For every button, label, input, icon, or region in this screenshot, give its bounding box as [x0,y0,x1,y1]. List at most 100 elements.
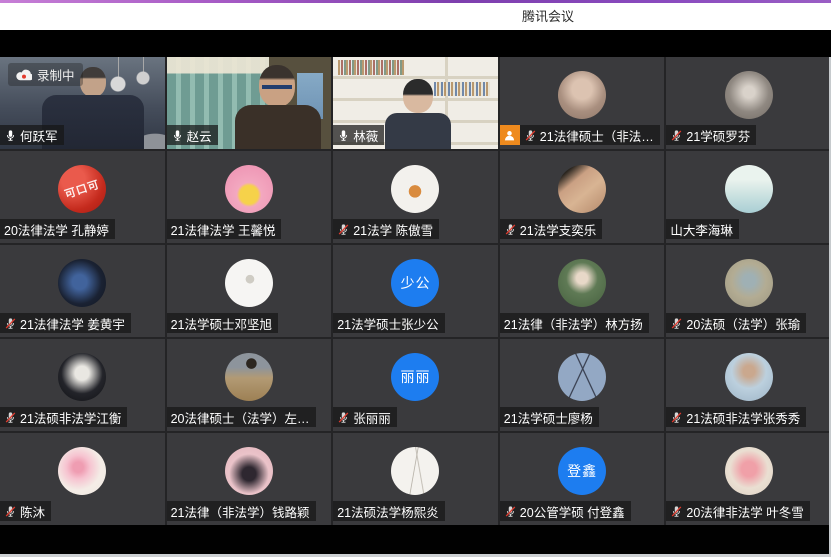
name-label: 21法律硕士（非法… [520,125,660,145]
person-torso [235,105,321,149]
name-row: 20法律硕士（法学）左… [167,407,316,427]
participant-tile[interactable]: 21法律（非法学）林方扬 [500,245,665,337]
name-label: 林薇 [333,125,384,145]
participant-tile[interactable]: 赵云 [167,57,332,149]
participant-name: 21法学硕士邓坚旭 [171,314,272,333]
member-role-badge [500,125,520,145]
name-row: 21法学硕士张少公 [333,313,444,333]
mic-muted-icon [4,410,17,425]
participant-tile[interactable]: 20法硕（法学）张瑜 [666,245,831,337]
mic-muted-icon [337,222,350,237]
name-label: 21法学硕士廖杨 [500,407,599,427]
name-row: 20公管学硕 付登鑫 [500,501,631,521]
avatar-text: 可口可 [63,176,102,202]
participant-name: 20法律非法学 叶冬雪 [686,502,803,521]
name-label: 20法律硕士（法学）左… [167,407,316,427]
name-label: 20法律法学 孔静婷 [0,219,115,239]
avatar-text: 少公 [400,273,430,293]
participant-tile[interactable]: 21法学支奕乐 [500,151,665,243]
name-row: 21法硕非法学张秀秀 [666,407,806,427]
participant-avatar [225,353,273,401]
name-label: 21法律法学 姜黄宇 [0,313,131,333]
participant-tile[interactable]: 21法律（非法学）钱路颖 [167,433,332,525]
participant-avatar [725,165,773,213]
name-row: 20法硕（法学）张瑜 [666,313,806,333]
participant-tile[interactable]: 21法硕法学杨熙炎 [333,433,498,525]
participant-tile[interactable]: 21法律法学 姜黄宇 [0,245,165,337]
participant-tile[interactable]: 21法硕非法学张秀秀 [666,339,831,431]
participant-name: 20法硕（法学）张瑜 [686,314,800,333]
avatar-text: 登鑫 [567,461,597,481]
participant-avatar [725,259,773,307]
participant-tile[interactable]: 山大李海琳 [666,151,831,243]
name-label: 21法学硕士张少公 [333,313,444,333]
participant-name: 21法学 陈傲雪 [353,220,433,239]
name-label: 21法律（非法学）林方扬 [500,313,649,333]
participant-avatar [558,71,606,119]
participant-name: 何跃军 [20,126,58,145]
participant-tile[interactable]: 20法律非法学 叶冬雪 [666,433,831,525]
mic-muted-icon [4,504,17,519]
name-row: 21法律法学 王馨悦 [167,219,282,239]
name-label: 山大李海琳 [666,219,739,239]
name-row: 20法律非法学 叶冬雪 [666,501,809,521]
name-row: 21学硕罗芬 [666,125,756,145]
participant-tile[interactable]: 录制中 何跃军 [0,57,165,149]
name-label: 赵云 [167,125,218,145]
name-label: 21法硕非法学江衡 [0,407,127,427]
participant-avatar: 丽丽 [391,353,439,401]
meeting-window: 腾讯会议 录制中 何跃军 [0,0,831,557]
name-row: 21法律法学 姜黄宇 [0,313,131,333]
mic-muted-icon [4,316,17,331]
name-label: 21法律法学 王馨悦 [167,219,282,239]
participant-name: 21学硕罗芬 [686,126,750,145]
participant-tile[interactable]: 21法学硕士廖杨 [500,339,665,431]
participant-tile[interactable]: 丽丽 张丽丽 [333,339,498,431]
participant-name: 21法律硕士（非法… [540,126,654,145]
name-row: 陈沐 [0,501,51,521]
participant-tile[interactable]: 21法律法学 王馨悦 [167,151,332,243]
mic-on-icon [171,128,184,143]
name-label: 21学硕罗芬 [666,125,756,145]
participant-tile[interactable]: 21法学硕士邓坚旭 [167,245,332,337]
mic-muted-icon [504,222,517,237]
name-label: 20法律非法学 叶冬雪 [666,501,809,521]
participant-tile[interactable]: 21法学 陈傲雪 [333,151,498,243]
participant-avatar [225,165,273,213]
participant-tile[interactable]: 21法律硕士（非法… [500,57,665,149]
participant-tile[interactable]: 少公 21法学硕士张少公 [333,245,498,337]
participant-tile[interactable]: 林薇 [333,57,498,149]
window-title: 腾讯会议 [522,3,574,30]
cloud-recording-icon [16,69,32,81]
name-row: 21法学支奕乐 [500,219,602,239]
participant-tile[interactable]: 登鑫 20公管学硕 付登鑫 [500,433,665,525]
name-label: 21法学支奕乐 [500,219,602,239]
participant-tile[interactable]: 21学硕罗芬 [666,57,831,149]
participant-name: 21法学硕士张少公 [337,314,438,333]
participant-tile[interactable]: 陈沐 [0,433,165,525]
participant-name: 陈沐 [20,502,45,521]
participant-avatar: 登鑫 [558,447,606,495]
mic-muted-icon [524,128,537,143]
name-row: 21法学硕士廖杨 [500,407,599,427]
participant-name: 21法学支奕乐 [520,220,596,239]
participant-name: 20法律硕士（法学）左… [171,408,310,427]
name-label: 21法硕非法学张秀秀 [666,407,806,427]
participant-avatar [558,353,606,401]
video-grid: 录制中 何跃军 [0,57,831,525]
person-head [403,79,433,113]
name-label: 21法学 陈傲雪 [333,219,439,239]
recording-status-badge: 录制中 [8,63,83,86]
participant-tile[interactable]: 20法律硕士（法学）左… [167,339,332,431]
name-label: 何跃军 [0,125,64,145]
participant-avatar: 可口可 [58,165,106,213]
participant-avatar [225,447,273,495]
name-label: 陈沐 [0,501,51,521]
name-label: 张丽丽 [333,407,397,427]
participant-name: 21法律法学 王馨悦 [171,220,276,239]
participant-tile[interactable]: 21法硕非法学江衡 [0,339,165,431]
participant-tile[interactable]: 可口可 20法律法学 孔静婷 [0,151,165,243]
participant-name: 20公管学硕 付登鑫 [520,502,625,521]
name-label: 21法律（非法学）钱路颖 [167,501,316,521]
toolbar-strip [0,30,831,57]
